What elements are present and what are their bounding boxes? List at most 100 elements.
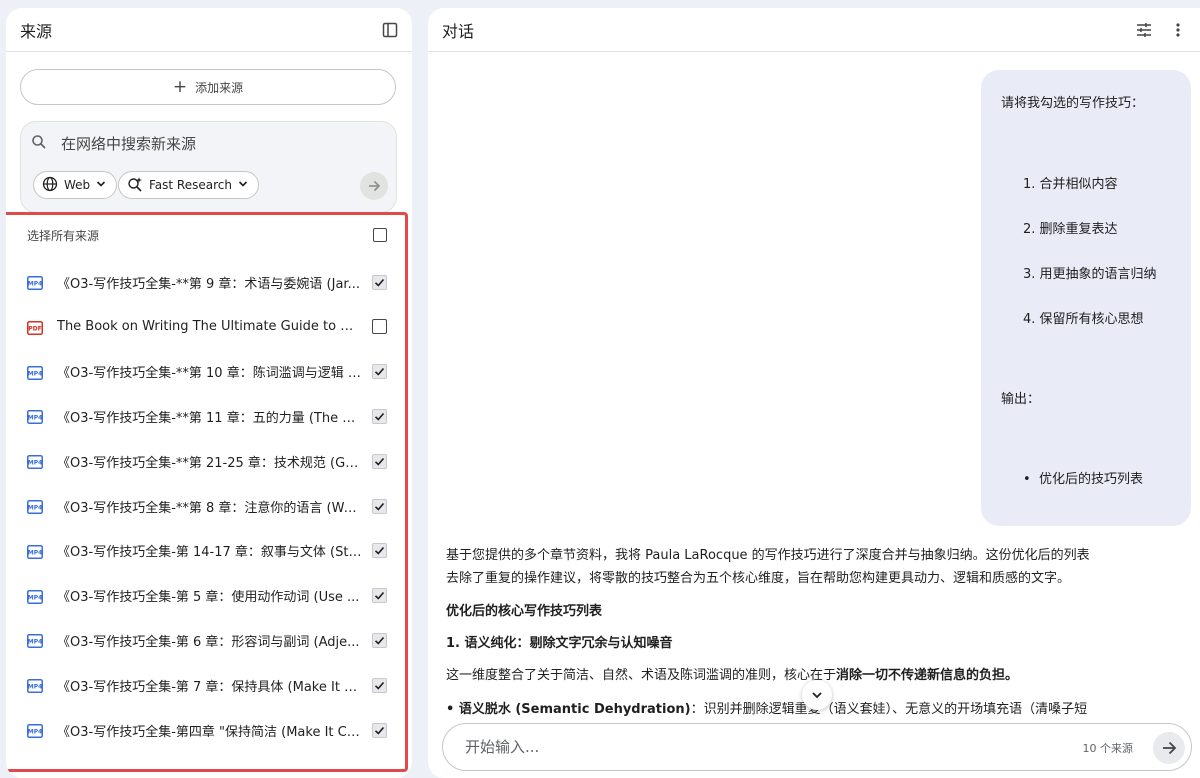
source-item-label: 《O3-写作技巧全集-**第 9 章：术语与委婉语 (Jar...: [57, 276, 360, 292]
select-all-checkbox[interactable]: [373, 228, 387, 242]
video-file-icon: MP4: [27, 589, 43, 604]
research-mode-dropdown[interactable]: Fast Research: [118, 171, 259, 199]
source-item[interactable]: MP4 《O3-写作技巧全集-**第 10 章：陈词滥调与逻辑 (...: [27, 360, 387, 384]
video-file-icon: MP4: [27, 365, 43, 380]
plus-icon: +: [172, 76, 188, 97]
arrow-right-icon: [1163, 741, 1177, 755]
chevron-down-icon: [238, 178, 248, 192]
source-count: 10 个来源: [1082, 742, 1134, 755]
source-item-checkbox[interactable]: [372, 364, 387, 380]
tune-icon[interactable]: [1130, 16, 1158, 44]
chat-input[interactable]: [463, 737, 1027, 757]
source-item-checkbox[interactable]: [372, 453, 387, 469]
search-icon: [31, 134, 47, 154]
globe-icon: [42, 176, 58, 195]
source-item[interactable]: PDF The Book on Writing The Ultimate Guid…: [27, 315, 387, 339]
source-item-checkbox[interactable]: [372, 543, 387, 559]
web-source-dropdown[interactable]: Web: [33, 171, 118, 199]
more-vert-icon[interactable]: [1164, 16, 1192, 44]
svg-text:MP4: MP4: [28, 415, 43, 422]
source-item-label: 《O3-写作技巧全集-第 14-17 章：叙事与文体 (Sto...: [57, 545, 362, 561]
answer-heading: 优化后的核心写作技巧列表: [446, 604, 603, 619]
chat-panel: 对话 请将我勾选的写作技巧： 1. 合并相似内容 2. 删除重复表达 3. 用更…: [428, 8, 1200, 778]
source-item[interactable]: MP4 《O3-写作技巧全集-第 14-17 章：叙事与文体 (Sto...: [27, 539, 387, 563]
source-item-label: The Book on Writing The Ultimate Guide t…: [57, 319, 362, 335]
user-step: 4. 保留所有核心思想: [1023, 312, 1144, 327]
source-item-checkbox[interactable]: [372, 498, 387, 514]
source-item[interactable]: MP4 《O3-写作技巧全集-**第 21-25 章：技术规范 (Gra...: [27, 449, 387, 473]
svg-text:PDF: PDF: [28, 325, 41, 332]
select-all-label: 选择所有来源: [27, 228, 100, 243]
research-chip-label: Fast Research: [149, 178, 232, 192]
add-source-button[interactable]: + 添加来源: [20, 69, 396, 105]
video-file-icon: MP4: [27, 454, 43, 470]
user-step: 1. 合并相似内容: [1023, 177, 1118, 192]
svg-text:MP4: MP4: [28, 281, 43, 288]
answer-paragraph: 这一维度整合了关于简洁、自然、术语及陈词滥调的准则，核心在于消除一切不传递新信息…: [446, 668, 1019, 683]
video-file-icon: MP4: [27, 499, 43, 514]
source-item[interactable]: MP4 《O3-写作技巧全集-**第 11 章：五的力量 (The Po...: [27, 404, 387, 428]
source-list: 选择所有来源 MP4 《O3-写作技巧全集-**第 9 章：术语与委婉语 (Jar…: [6, 212, 408, 772]
video-file-icon: MP4: [27, 544, 43, 559]
source-item-label: 《O3-写作技巧全集-**第 21-25 章：技术规范 (Gra...: [57, 455, 362, 471]
svg-text:MP4: MP4: [28, 460, 43, 467]
video-file-icon: MP4: [27, 409, 43, 425]
source-item[interactable]: MP4 《O3-写作技巧全集-第 5 章：使用动作动词 (Use ...: [27, 584, 387, 608]
user-step: 3. 用更抽象的语言归纳: [1023, 267, 1157, 282]
source-item-checkbox[interactable]: [372, 588, 387, 604]
source-item[interactable]: MP4 《O3-写作技巧全集-**第 9 章：术语与委婉语 (Jar...: [27, 270, 387, 294]
source-item-label: 《O3-写作技巧全集-**第 10 章：陈词滥调与逻辑 (...: [57, 366, 362, 382]
sparkle-search-icon: [127, 176, 143, 195]
answer-paragraph-line: 基于您提供的多个章节资料，我将 Paula LaRocque 的写作技巧进行了深…: [446, 548, 1090, 563]
search-input[interactable]: [59, 134, 363, 154]
source-item-checkbox[interactable]: [372, 319, 387, 335]
sources-panel: 来源 + 添加来源 Web Fast Resear: [6, 8, 412, 778]
svg-text:MP4: MP4: [28, 729, 43, 736]
web-chip-label: Web: [64, 178, 91, 192]
select-all-row[interactable]: 选择所有来源: [27, 225, 387, 245]
video-file-icon: MP4: [27, 633, 43, 649]
sources-title: 来源: [20, 21, 53, 41]
sources-header: 来源: [6, 8, 412, 52]
answer-paragraph-line: 去除了重复的操作建议，将零散的技巧整合为五个核心维度，旨在帮助您构建更具动力、逻…: [446, 571, 1071, 586]
video-file-icon: MP4: [27, 723, 43, 738]
source-item-checkbox[interactable]: [372, 722, 387, 738]
chat-title: 对话: [442, 21, 475, 41]
answer-section-title: 1. 语义纯化：剔除文字冗余与认知噪音: [446, 636, 673, 651]
chevron-down-icon: [812, 692, 822, 699]
svg-text:MP4: MP4: [28, 594, 43, 601]
source-item[interactable]: MP4 《O3-写作技巧全集-第四章 "保持简洁 (Make It Co...: [27, 718, 387, 742]
add-source-label: 添加来源: [195, 80, 244, 95]
pdf-file-icon: PDF: [27, 320, 43, 335]
source-item-label: 《O3-写作技巧全集-**第 8 章：注意你的语言 (Wa...: [57, 500, 362, 516]
svg-text:MP4: MP4: [28, 639, 43, 646]
send-button[interactable]: [1153, 732, 1185, 764]
video-file-icon: MP4: [27, 678, 43, 694]
source-item-checkbox[interactable]: [372, 274, 387, 290]
scroll-down-button[interactable]: [802, 680, 832, 710]
user-output-label: 输出：: [1001, 392, 1041, 407]
source-item[interactable]: MP4 《O3-写作技巧全集-**第 8 章：注意你的语言 (Wa...: [27, 494, 387, 518]
chevron-down-icon: [96, 178, 106, 192]
arrow-right-icon: [369, 180, 381, 192]
source-item-checkbox[interactable]: [372, 408, 387, 424]
answer-bullet: • 语义脱水 (Semantic Dehydration)：识别并删除逻辑重复（…: [446, 702, 1088, 717]
chat-composer: 10 个来源: [442, 723, 1192, 771]
source-item-label: 《O3-写作技巧全集-第 7 章：保持具体 (Make It S...: [57, 679, 362, 695]
source-item-label: 《O3-写作技巧全集-第 5 章：使用动作动词 (Use ...: [57, 590, 360, 606]
search-submit-button[interactable]: [360, 172, 388, 200]
source-item-label: 《O3-写作技巧全集-第 6 章：形容词与副词 (Adje...: [57, 634, 360, 650]
source-item-label: 《O3-写作技巧全集-第四章 "保持简洁 (Make It Co...: [57, 724, 362, 740]
source-item[interactable]: MP4 《O3-写作技巧全集-第 7 章：保持具体 (Make It S...: [27, 673, 387, 697]
user-message: 请将我勾选的写作技巧： 1. 合并相似内容 2. 删除重复表达 3. 用更抽象的…: [981, 70, 1191, 526]
collapse-panel-icon[interactable]: [376, 16, 404, 44]
web-search-box: Web Fast Research: [20, 121, 397, 213]
source-item-checkbox[interactable]: [372, 677, 387, 693]
source-item[interactable]: MP4 《O3-写作技巧全集-第 6 章：形容词与副词 (Adje...: [27, 628, 387, 652]
user-message-intro: 请将我勾选的写作技巧：: [1001, 96, 1145, 111]
chat-header: 对话: [428, 8, 1200, 52]
source-item-checkbox[interactable]: [372, 632, 387, 648]
source-item-label: 《O3-写作技巧全集-**第 11 章：五的力量 (The Po...: [57, 410, 362, 426]
user-bullet: • 优化后的技巧列表: [1023, 472, 1143, 487]
svg-text:MP4: MP4: [28, 549, 43, 556]
